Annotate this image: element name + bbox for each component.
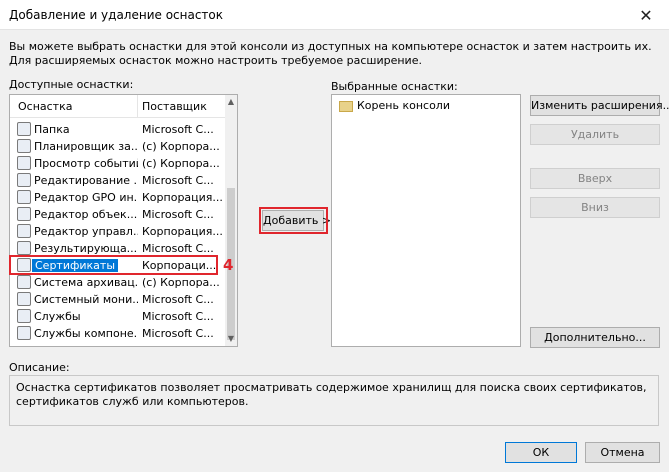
remove-button[interactable]: Удалить	[530, 124, 660, 145]
snapin-vendor: (c) Корпора...	[142, 157, 220, 170]
snapin-vendor: Корпорация...	[142, 225, 223, 238]
snapin-name: Службы	[34, 310, 81, 323]
rsop-icon	[17, 241, 31, 255]
scroll-up-icon[interactable]: ▲	[225, 95, 237, 109]
list-item[interactable]: Службы компоне... Microsoft C...	[10, 325, 226, 342]
snapin-name: Системный мони...	[34, 293, 138, 306]
snapin-vendor: (c) Корпора...	[142, 276, 220, 289]
move-up-button[interactable]: Вверх	[530, 168, 660, 189]
list-header: Оснастка Поставщик	[10, 95, 226, 118]
clock-icon	[17, 139, 31, 153]
snapin-name: Система архивац...	[34, 276, 138, 289]
snapin-vendor: Microsoft C...	[142, 208, 214, 221]
snapin-vendor: Microsoft C...	[142, 242, 214, 255]
tree-item-label: Корень консоли	[357, 99, 450, 112]
highlight-add-button	[259, 207, 328, 234]
vertical-scrollbar[interactable]: ▲ ▼	[225, 95, 237, 346]
scroll-down-icon[interactable]: ▼	[225, 332, 237, 346]
description-box: Оснастка сертификатов позволяет просматр…	[9, 375, 659, 426]
tree-item-console-root[interactable]: Корень консоли	[339, 99, 450, 112]
column-header-vendor[interactable]: Поставщик	[142, 100, 207, 113]
management-editor-icon	[17, 224, 31, 238]
list-item[interactable]: Система архивац... (c) Корпора...	[10, 274, 226, 291]
snapin-name: Папка	[34, 123, 70, 136]
column-header-snapin[interactable]: Оснастка	[18, 100, 72, 113]
system-monitor-icon	[17, 292, 31, 306]
available-snapins-label: Доступные оснастки:	[9, 78, 134, 91]
list-item[interactable]: Редактор объек... Microsoft C...	[10, 206, 226, 223]
snapin-vendor: Microsoft C...	[142, 293, 214, 306]
folder-icon	[17, 122, 31, 136]
services-icon	[17, 309, 31, 323]
list-item[interactable]: Папка Microsoft C...	[10, 121, 226, 138]
snapin-vendor: Корпорация...	[142, 191, 223, 204]
component-services-icon	[17, 326, 31, 340]
cancel-button[interactable]: Отмена	[585, 442, 660, 463]
advanced-button[interactable]: Дополнительно...	[530, 327, 660, 348]
highlight-certificates	[9, 255, 218, 275]
snapin-name: Редактор управл...	[34, 225, 138, 238]
snapin-name: Редактор GPO ин...	[34, 191, 138, 204]
move-down-button[interactable]: Вниз	[530, 197, 660, 218]
ok-button[interactable]: ОК	[505, 442, 577, 463]
title-bar: Добавление и удаление оснасток ✕	[0, 0, 669, 30]
selected-snapins-list[interactable]: Корень консоли	[331, 94, 521, 347]
snapin-vendor: Microsoft C...	[142, 310, 214, 323]
folder-icon	[339, 100, 353, 112]
backup-icon	[17, 275, 31, 289]
selected-snapins-label: Выбранные оснастки:	[331, 80, 458, 93]
list-item[interactable]: Службы Microsoft C...	[10, 308, 226, 325]
snapin-name: Службы компоне...	[34, 327, 138, 340]
snapin-name: Редактирование ...	[34, 174, 138, 187]
change-extensions-button[interactable]: Изменить расширения...	[530, 95, 669, 116]
snapin-name: Планировщик за...	[34, 140, 138, 153]
snapin-vendor: (c) Корпора...	[142, 140, 220, 153]
description-label: Описание:	[9, 361, 70, 374]
policy-edit-icon	[17, 173, 31, 187]
snapin-name: Просмотр событий	[34, 157, 138, 170]
window-title: Добавление и удаление оснасток	[9, 8, 224, 22]
available-snapins-list[interactable]: Оснастка Поставщик Папка Microsoft C... Пл…	[9, 94, 238, 347]
list-item[interactable]: Редактор GPO ин... Корпорация...	[10, 189, 226, 206]
list-item[interactable]: Планировщик за... (c) Корпора...	[10, 138, 226, 155]
event-viewer-icon	[17, 156, 31, 170]
snapin-vendor: Microsoft C...	[142, 327, 214, 340]
column-divider[interactable]	[137, 95, 138, 118]
list-item[interactable]: Редактор управл... Корпорация...	[10, 223, 226, 240]
list-item[interactable]: Просмотр событий (c) Корпора...	[10, 155, 226, 172]
gpo-editor-icon	[17, 190, 31, 204]
intro-text: Вы можете выбрать оснастки для этой конс…	[9, 40, 652, 67]
close-icon[interactable]: ✕	[623, 0, 669, 30]
step-4-label: 4	[223, 256, 234, 274]
list-item[interactable]: Системный мони... Microsoft C...	[10, 291, 226, 308]
snapin-name: Результирующа...	[34, 242, 138, 255]
snapin-name: Редактор объек...	[34, 208, 138, 221]
snapin-vendor: Microsoft C...	[142, 123, 214, 136]
object-editor-icon	[17, 207, 31, 221]
list-item[interactable]: Редактирование ... Microsoft C...	[10, 172, 226, 189]
snapin-vendor: Microsoft C...	[142, 174, 214, 187]
description-text: Оснастка сертификатов позволяет просматр…	[16, 381, 647, 408]
